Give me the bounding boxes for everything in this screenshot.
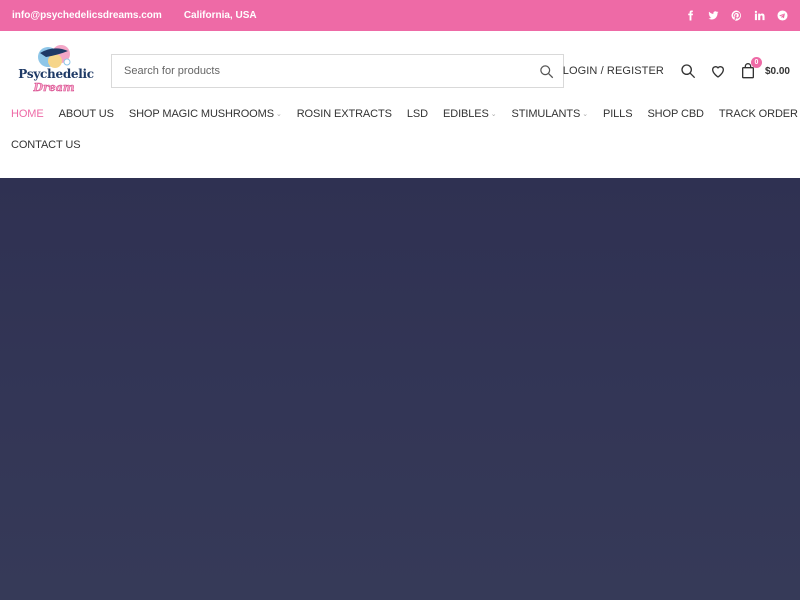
telegram-icon[interactable] [776,10,788,22]
heart-icon [711,66,724,78]
nav-item-contact-us[interactable]: CONTACT US [11,139,81,151]
chevron-down-icon: ⌄ [490,111,497,118]
cart-count-badge: 0 [750,57,762,68]
search-bar [111,54,564,88]
login-register-link[interactable]: LOGIN / REGISTER [563,65,664,77]
wishlist-button[interactable] [709,62,727,80]
nav-item-label: TRACK ORDER [718,108,798,120]
contact-location: California, USA [183,10,257,21]
nav-item-pills[interactable]: PILLS [602,108,633,120]
nav-row: CONTACT US [11,135,96,155]
nav-item-label: CONTACT US [11,139,81,151]
nav-item-label: PILLS [602,108,633,120]
nav-item-label: STIMULANTS [511,108,581,120]
nav-item-label: EDIBLES [442,108,489,120]
nav-item-label: LSD [406,108,428,120]
cart-button[interactable]: 0 [739,57,762,80]
nav-item-label: SHOP MAGIC MUSHROOMS [128,108,274,120]
header-actions: LOGIN / REGISTER 0 $0.00 [563,57,790,84]
nav-item-label: SHOP CBD [647,108,704,120]
nav-item-home[interactable]: HOME [11,108,44,120]
chevron-down-icon: ⌄ [582,111,588,118]
search-icon [681,64,696,79]
nav-row: HOME ABOUT US SHOP MAGIC MUSHROOMS ⌄ ROSI… [11,104,800,124]
nav-item-shop-cbd[interactable]: SHOP CBD [647,108,704,120]
nav-item-label: HOME [11,108,44,120]
nav-item-about-us[interactable]: ABOUT US [59,108,114,120]
search-icon [539,64,553,78]
logo-text-primary: Psychedelic [18,67,94,81]
header-search-button[interactable] [679,62,697,80]
twitter-icon[interactable] [707,10,719,22]
search-input[interactable] [112,55,529,87]
pinterest-icon[interactable] [730,10,742,22]
linkedin-icon[interactable] [753,10,765,22]
logo-text-secondary: Dream [33,81,75,95]
site-logo[interactable]: Psychedelic Dream [14,41,94,97]
nav-item-lsd[interactable]: LSD [407,108,428,120]
nav-item-stimulants[interactable]: STIMULANTS ⌄ [511,108,589,120]
cart-total[interactable]: $0.00 [765,66,790,77]
main-navigation: HOME ABOUT US SHOP MAGIC MUSHROOMS ⌄ ROSI… [0,104,800,178]
search-button[interactable] [529,55,563,87]
social-links [684,10,788,22]
logo-mark-icon [38,45,71,68]
nav-item-label: ABOUT US [58,108,114,120]
hero-banner [0,178,800,600]
contact-email[interactable]: info@psychedelicsdreams.com [12,10,162,21]
nav-item-track-order[interactable]: TRACK ORDER [719,108,798,120]
facebook-icon[interactable] [684,10,696,22]
chevron-down-icon: ⌄ [275,111,282,118]
site-header: Psychedelic Dream LOGIN / REGISTER 0 [0,31,800,110]
nav-item-edibles[interactable]: EDIBLES ⌄ [443,108,497,120]
nav-item-shop-magic-mushrooms[interactable]: SHOP MAGIC MUSHROOMS ⌄ [129,108,282,120]
contact-info: info@psychedelicsdreams.com California, … [12,10,257,21]
top-bar: info@psychedelicsdreams.com California, … [0,0,800,31]
nav-item-label: ROSIN EXTRACTS [296,108,392,120]
nav-item-rosin-extracts[interactable]: ROSIN EXTRACTS [297,108,392,120]
